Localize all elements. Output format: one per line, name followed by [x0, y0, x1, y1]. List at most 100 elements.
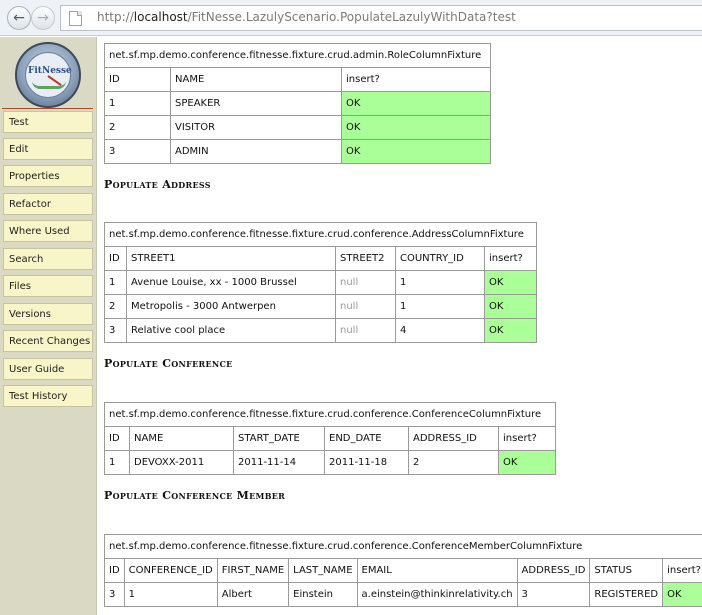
table-cell: a.einstein@thinkinrelativity.ch — [356, 582, 518, 607]
fixture-name-cell: net.sf.mp.demo.conference.fitnesse.fixtu… — [104, 534, 702, 559]
sidebar-item-files[interactable]: Files — [3, 275, 93, 297]
sidebar: FitNesse Test Edit Properties Refactor W… — [0, 37, 97, 615]
table-cell: 1 — [104, 270, 127, 295]
header-cell: ID — [104, 246, 127, 271]
sidebar-divider — [2, 108, 93, 109]
sidebar-item-recent-changes[interactable]: Recent Changes — [3, 330, 93, 352]
table-cell: 3 — [516, 582, 591, 607]
table-cell: 1 — [395, 270, 485, 295]
table-cell: Avenue Louise, xx - 1000 Brussel — [126, 270, 336, 295]
section-title-member: Populate Conference Member — [104, 489, 286, 502]
table-header-row: ID NAME START_DATE END_DATE ADDRESS_ID i… — [104, 426, 556, 451]
fixture-name-row: net.sf.mp.demo.conference.fitnesse.fixtu… — [104, 402, 556, 427]
header-cell: insert? — [662, 558, 702, 583]
header-cell: NAME — [129, 426, 234, 451]
table-cell: Albert — [216, 582, 290, 607]
table-row: 1 DEVOXX-2011 2011-11-14 2011-11-18 2 OK — [104, 450, 556, 475]
sidebar-item-user-guide[interactable]: User Guide — [3, 358, 93, 380]
table-header-row: ID STREET1 STREET2 COUNTRY_ID insert? — [104, 246, 537, 271]
sidebar-item-properties[interactable]: Properties — [3, 165, 93, 187]
pass-cell: OK — [662, 582, 702, 607]
header-cell: insert? — [498, 426, 556, 451]
sidebar-item-test[interactable]: Test — [3, 111, 93, 133]
section-title-conference: Populate Conference — [104, 357, 233, 370]
sidebar-item-test-history[interactable]: Test History — [3, 385, 93, 407]
pass-cell: OK — [341, 115, 491, 140]
header-cell: STREET2 — [335, 246, 396, 271]
table-cell: 1 — [123, 582, 218, 607]
pass-cell: OK — [484, 270, 537, 295]
table-cell: 3 — [104, 318, 127, 343]
pass-cell: OK — [484, 318, 537, 343]
address-bar[interactable]: http://localhost/FitNesse.LazulyScenario… — [60, 5, 702, 31]
table-cell: VISITOR — [170, 115, 342, 140]
table-cell: 2011-11-18 — [324, 450, 409, 475]
pass-cell: OK — [341, 91, 491, 116]
header-cell: CONFERENCE_ID — [123, 558, 218, 583]
table-row: 2 VISITOR OK — [104, 115, 491, 140]
table-cell: ADMIN — [170, 139, 342, 164]
fixture-name-row: net.sf.mp.demo.conference.fitnesse.fixtu… — [104, 43, 491, 68]
conference-fixture-table: net.sf.mp.demo.conference.fitnesse.fixtu… — [104, 402, 556, 475]
sidebar-item-search[interactable]: Search — [3, 248, 93, 270]
fixture-name-row: net.sf.mp.demo.conference.fitnesse.fixtu… — [104, 222, 537, 247]
sidebar-item-edit[interactable]: Edit — [3, 138, 93, 160]
header-cell: FIRST_NAME — [216, 558, 290, 583]
header-cell: ID — [104, 558, 125, 583]
fixture-name-cell: net.sf.mp.demo.conference.fitnesse.fixtu… — [104, 43, 491, 68]
table-row: 3 1 Albert Einstein a.einstein@thinkinre… — [104, 582, 702, 607]
sidebar-item-where-used[interactable]: Where Used — [3, 220, 93, 242]
table-cell: REGISTERED — [589, 582, 664, 607]
header-cell: insert? — [484, 246, 537, 271]
sidebar-item-versions[interactable]: Versions — [3, 303, 93, 325]
back-arrow-icon[interactable]: ← — [7, 6, 31, 30]
header-cell: EMAIL — [356, 558, 518, 583]
table-cell: SPEAKER — [170, 91, 342, 116]
table-cell: 2 — [104, 115, 171, 140]
table-cell: 2011-11-14 — [233, 450, 325, 475]
pass-cell: OK — [484, 294, 537, 319]
pass-cell: OK — [341, 139, 491, 164]
table-row: 2 Metropolis - 3000 Antwerpen null 1 OK — [104, 294, 537, 319]
header-cell: LAST_NAME — [288, 558, 358, 583]
header-cell: ID — [104, 426, 130, 451]
table-cell: 1 — [104, 91, 171, 116]
table-row: 3 ADMIN OK — [104, 139, 491, 164]
member-fixture-table: net.sf.mp.demo.conference.fitnesse.fixtu… — [104, 534, 702, 607]
header-cell: ID — [104, 67, 171, 92]
page-icon — [69, 11, 82, 26]
header-cell: ADDRESS_ID — [408, 426, 499, 451]
header-cell: STATUS — [589, 558, 664, 583]
table-cell: Relative cool place — [126, 318, 336, 343]
fixture-name-cell: net.sf.mp.demo.conference.fitnesse.fixtu… — [104, 222, 537, 247]
fitnesse-logo[interactable]: FitNesse — [15, 42, 81, 108]
table-cell: 2 — [408, 450, 499, 475]
table-cell: DEVOXX-2011 — [129, 450, 234, 475]
table-row: 1 SPEAKER OK — [104, 91, 491, 116]
section-title-address: Populate Address — [104, 178, 211, 191]
header-cell: START_DATE — [233, 426, 325, 451]
null-cell: null — [335, 318, 396, 343]
pass-cell: OK — [498, 450, 556, 475]
table-cell: Metropolis - 3000 Antwerpen — [126, 294, 336, 319]
table-header-row: ID CONFERENCE_ID FIRST_NAME LAST_NAME EM… — [104, 558, 702, 583]
browser-toolbar: ← → http://localhost/FitNesse.LazulyScen… — [0, 0, 702, 36]
role-fixture-table: net.sf.mp.demo.conference.fitnesse.fixtu… — [104, 43, 491, 164]
table-cell: 4 — [395, 318, 485, 343]
table-header-row: ID NAME insert? — [104, 67, 491, 92]
fixture-name-cell: net.sf.mp.demo.conference.fitnesse.fixtu… — [104, 402, 556, 427]
header-cell: NAME — [170, 67, 342, 92]
null-cell: null — [335, 270, 396, 295]
table-row: 1 Avenue Louise, xx - 1000 Brussel null … — [104, 270, 537, 295]
url-host: localhost — [133, 10, 188, 24]
header-cell: ADDRESS_ID — [516, 558, 591, 583]
url-path: /FitNesse.LazulyScenario.PopulateLazulyW… — [187, 10, 516, 24]
url-prefix: http:// — [97, 10, 134, 24]
forward-arrow-icon[interactable]: → — [31, 6, 55, 30]
sidebar-item-refactor[interactable]: Refactor — [3, 193, 93, 215]
url-text[interactable]: http://localhost/FitNesse.LazulyScenario… — [97, 10, 516, 24]
table-row: 3 Relative cool place null 4 OK — [104, 318, 537, 343]
table-cell: 3 — [104, 139, 171, 164]
table-cell: 1 — [104, 450, 130, 475]
header-cell: COUNTRY_ID — [395, 246, 485, 271]
